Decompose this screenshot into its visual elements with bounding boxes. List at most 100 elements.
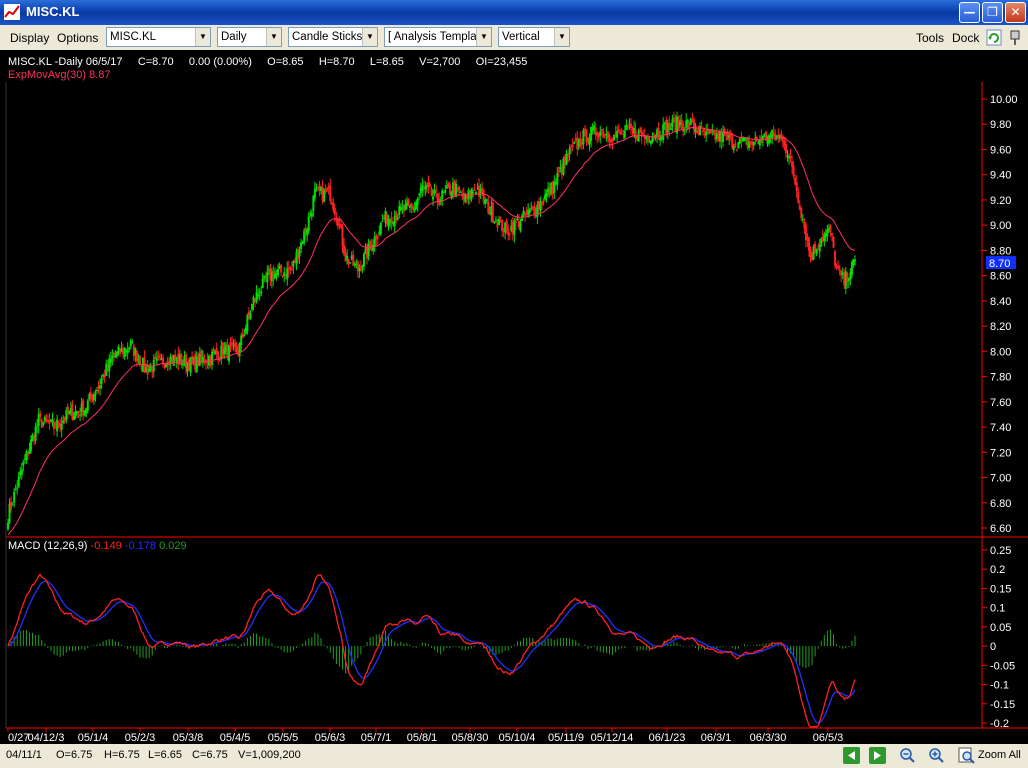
- last-price-label: 8.70: [989, 258, 1010, 270]
- close-button[interactable]: ✕: [1005, 2, 1026, 23]
- zoom-all-icon-wrap[interactable]: [958, 747, 975, 764]
- pin-icon[interactable]: [1008, 29, 1022, 46]
- x-tick-label: 05/8/30: [452, 732, 489, 744]
- candle-body: [801, 219, 804, 221]
- x-tick-label: 05/6/3: [315, 732, 346, 744]
- candle-body: [329, 185, 332, 201]
- candle-body: [336, 219, 339, 227]
- status-volume: V=1,009,200: [238, 749, 301, 761]
- x-tick-label: 0/27: [8, 732, 29, 744]
- zoom-all-button[interactable]: Zoom All: [978, 749, 1021, 761]
- candle-body: [829, 225, 832, 232]
- menu-display[interactable]: Display: [10, 31, 49, 45]
- macd-y-tick-label: 0.25: [990, 545, 1011, 557]
- candle-body: [92, 394, 95, 401]
- candle-body: [579, 138, 582, 146]
- candle-body: [474, 192, 477, 194]
- price-panel: [7, 111, 856, 536]
- status-open: O=6.75: [56, 749, 93, 761]
- chevron-down-icon[interactable]: ▼: [266, 28, 281, 46]
- status-high: H=6.75: [104, 749, 140, 761]
- menu-tools[interactable]: Tools: [916, 31, 944, 45]
- symbol-combo[interactable]: MISC.KL ▼: [106, 27, 211, 47]
- candle-body: [126, 349, 129, 353]
- candle-body: [652, 133, 655, 136]
- macd-y-tick-label: 0: [990, 641, 996, 653]
- candle-body: [290, 268, 293, 270]
- x-tick-label: 05/5/5: [268, 732, 299, 744]
- candle-body: [14, 489, 17, 491]
- macd-panel: [7, 573, 856, 728]
- candle-body: [359, 266, 362, 271]
- period-combo[interactable]: Daily ▼: [217, 27, 282, 47]
- candle-body: [557, 170, 560, 173]
- candle-body: [501, 219, 504, 231]
- candle-body: [428, 184, 431, 187]
- app-chart-icon: [4, 4, 20, 20]
- zoom-out-icon: [900, 748, 915, 763]
- x-tick-label: 05/3/8: [173, 732, 204, 744]
- candle-body: [444, 190, 447, 193]
- candle-body: [519, 222, 522, 231]
- price-y-tick-label: 7.60: [990, 397, 1011, 409]
- candle-body: [629, 124, 632, 128]
- candle-body: [381, 221, 384, 223]
- chart-area[interactable]: 10.00 9.80 9.60 9.40 9.20 9.00 8.80 8.60 8.40 8.2…: [0, 50, 1028, 744]
- macd-y-tick-label: 0.05: [990, 622, 1011, 634]
- candle-body: [505, 220, 508, 229]
- arrow-left-icon: [848, 751, 855, 760]
- zoom-out-button[interactable]: [899, 747, 916, 764]
- x-tick-label: 05/11/9: [548, 732, 584, 744]
- candle-body: [669, 127, 672, 131]
- chart-style-combo[interactable]: Candle Sticks ▼: [288, 27, 378, 47]
- scroll-left-button[interactable]: [843, 747, 860, 764]
- chevron-down-icon[interactable]: ▼: [476, 28, 491, 46]
- macd-y-tick-label: -0.15: [990, 699, 1015, 711]
- chart-window: MISC.KL — ❐ ✕ Display Options MISC.KL ▼ …: [0, 0, 1028, 768]
- menu-options[interactable]: Options: [57, 31, 98, 45]
- price-y-tick-label: 10.00: [990, 94, 1018, 106]
- candle-body: [396, 217, 399, 220]
- chevron-down-icon[interactable]: ▼: [554, 28, 569, 46]
- candle-body: [620, 130, 623, 132]
- candle-body: [407, 199, 410, 205]
- macd-y-tick-label: -0.05: [990, 660, 1015, 672]
- candle-body: [487, 201, 490, 214]
- template-value: [ Analysis Templa: [388, 31, 477, 43]
- candle-body: [289, 267, 292, 269]
- candle-body: [430, 189, 433, 196]
- candle-body: [830, 232, 833, 236]
- scroll-right-button[interactable]: [869, 747, 886, 764]
- candle-body: [362, 253, 365, 267]
- candle-body: [528, 209, 531, 213]
- candle-body: [266, 272, 269, 283]
- x-tick-label: 06/3/1: [701, 732, 732, 744]
- candle-body: [784, 143, 787, 154]
- candle-body: [231, 342, 234, 344]
- template-combo[interactable]: [ Analysis Templa ▼: [384, 27, 492, 47]
- candle-body: [324, 190, 327, 193]
- candle-body: [521, 215, 524, 222]
- candle-body: [255, 292, 258, 302]
- layout-combo[interactable]: Vertical ▼: [498, 27, 570, 47]
- candle-body: [158, 355, 161, 357]
- candle-body: [86, 400, 89, 411]
- menu-dock[interactable]: Dock: [952, 31, 979, 45]
- candle-body: [625, 124, 628, 130]
- candle-body: [22, 462, 25, 466]
- restore-icon: ❐: [987, 5, 998, 19]
- zoom-in-button[interactable]: [928, 747, 945, 764]
- chevron-down-icon[interactable]: ▼: [195, 28, 210, 46]
- candle-body: [410, 203, 413, 207]
- minimize-button[interactable]: —: [959, 2, 980, 23]
- candle-body: [565, 154, 568, 165]
- candle-body: [341, 226, 344, 247]
- candle-body: [435, 189, 438, 192]
- refresh-icon[interactable]: [986, 29, 1002, 46]
- price-y-tick-label: 8.80: [990, 245, 1011, 257]
- maximize-button[interactable]: ❐: [982, 2, 1003, 23]
- candle-body: [846, 273, 849, 283]
- candle-body: [155, 358, 158, 361]
- candle-body: [573, 142, 576, 144]
- chevron-down-icon[interactable]: ▼: [362, 28, 377, 46]
